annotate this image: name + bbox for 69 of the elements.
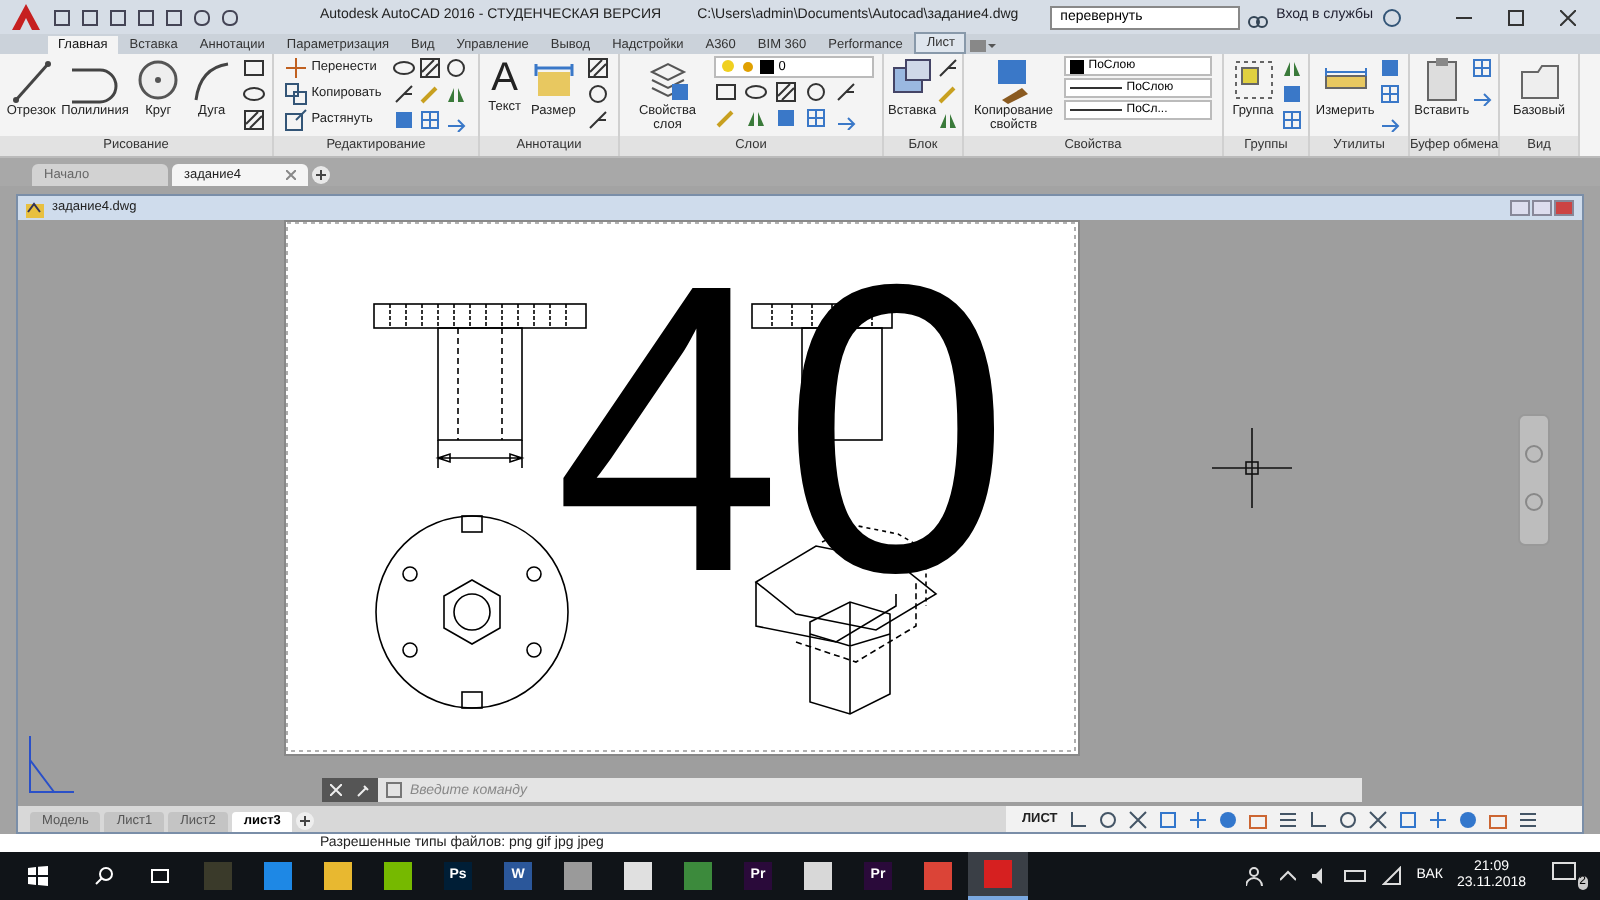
square-icon[interactable] xyxy=(392,108,417,132)
rectangle-icon[interactable] xyxy=(714,80,739,104)
circle-icon[interactable] xyxy=(1337,809,1358,829)
dot-icon[interactable] xyxy=(1457,809,1478,829)
diagonal-line-icon[interactable] xyxy=(936,56,961,80)
grid-icon[interactable] xyxy=(1378,82,1403,106)
square-icon[interactable] xyxy=(1397,809,1418,829)
grid-icon[interactable] xyxy=(1469,56,1494,80)
grid-icon[interactable] xyxy=(1279,108,1303,132)
color-swatch-icon xyxy=(760,60,775,74)
task-view-icon[interactable] xyxy=(150,866,170,886)
circle-icon[interactable] xyxy=(585,82,610,106)
group-icon xyxy=(1229,56,1277,104)
move-arrows-icon xyxy=(283,56,308,80)
diagonal-line-icon[interactable] xyxy=(392,82,417,106)
plus-icon[interactable] xyxy=(1427,809,1448,829)
line-sample-icon xyxy=(1070,106,1123,114)
drawing-file-icon xyxy=(26,199,44,217)
ellipse-icon[interactable] xyxy=(241,82,266,106)
folder-icon[interactable] xyxy=(1487,809,1508,829)
menu-icon[interactable] xyxy=(1277,809,1298,829)
people-icon[interactable] xyxy=(1246,866,1267,886)
plus-icon[interactable] xyxy=(1187,809,1208,829)
circle-icon[interactable] xyxy=(444,56,469,80)
grid-icon[interactable] xyxy=(418,108,443,132)
help-icon[interactable] xyxy=(1381,7,1402,27)
maximize-icon[interactable] xyxy=(1508,9,1524,25)
color-swatch-icon xyxy=(1070,59,1085,73)
panel-toggle-icon[interactable] xyxy=(968,38,997,54)
diagonal-line-icon[interactable] xyxy=(585,108,610,132)
line-sample-icon xyxy=(1070,84,1123,92)
hatch-icon[interactable] xyxy=(774,80,799,104)
diagonal-line-icon[interactable] xyxy=(834,80,859,104)
close-icon[interactable] xyxy=(1560,9,1576,25)
chevron-up-icon[interactable] xyxy=(1280,870,1297,882)
ucs-axes-icon xyxy=(26,732,78,796)
new-tab-icon[interactable] xyxy=(312,166,330,184)
grid-icon[interactable] xyxy=(804,106,829,130)
windows-logo-icon[interactable] xyxy=(28,866,48,886)
stretch-icon xyxy=(283,108,308,132)
ellipse-icon[interactable] xyxy=(744,80,769,104)
angle-icon[interactable] xyxy=(1067,809,1088,829)
angle-icon[interactable] xyxy=(1307,809,1328,829)
circle-icon[interactable] xyxy=(1097,809,1118,829)
new-layout-icon[interactable] xyxy=(296,812,315,830)
line-icon xyxy=(7,56,56,104)
menu-icon[interactable] xyxy=(1517,809,1538,829)
square-icon[interactable] xyxy=(1279,82,1303,106)
circle-icon[interactable] xyxy=(804,80,829,104)
sun-icon xyxy=(740,58,757,76)
new-file-icon[interactable] xyxy=(52,7,72,27)
lightbulb-icon xyxy=(720,58,737,76)
search-icon[interactable] xyxy=(94,866,114,886)
cross-icon[interactable] xyxy=(1127,809,1148,829)
crosshair-cursor-icon xyxy=(1212,428,1292,508)
hatch-icon[interactable] xyxy=(585,56,610,80)
rectangle-icon[interactable] xyxy=(241,56,266,80)
wrench-icon[interactable] xyxy=(356,783,371,797)
ellipse-icon[interactable] xyxy=(392,56,417,80)
square-icon[interactable] xyxy=(1378,56,1403,80)
folder-icon[interactable] xyxy=(1247,809,1268,829)
copy-icon xyxy=(283,82,308,106)
hatch-icon[interactable] xyxy=(418,56,443,80)
dot-icon[interactable] xyxy=(1217,809,1238,829)
cross-icon[interactable] xyxy=(1367,809,1388,829)
square-icon[interactable] xyxy=(774,106,799,130)
square-icon[interactable] xyxy=(1157,809,1178,829)
restore-icon[interactable] xyxy=(1532,200,1552,216)
hatch-icon[interactable] xyxy=(241,108,266,132)
